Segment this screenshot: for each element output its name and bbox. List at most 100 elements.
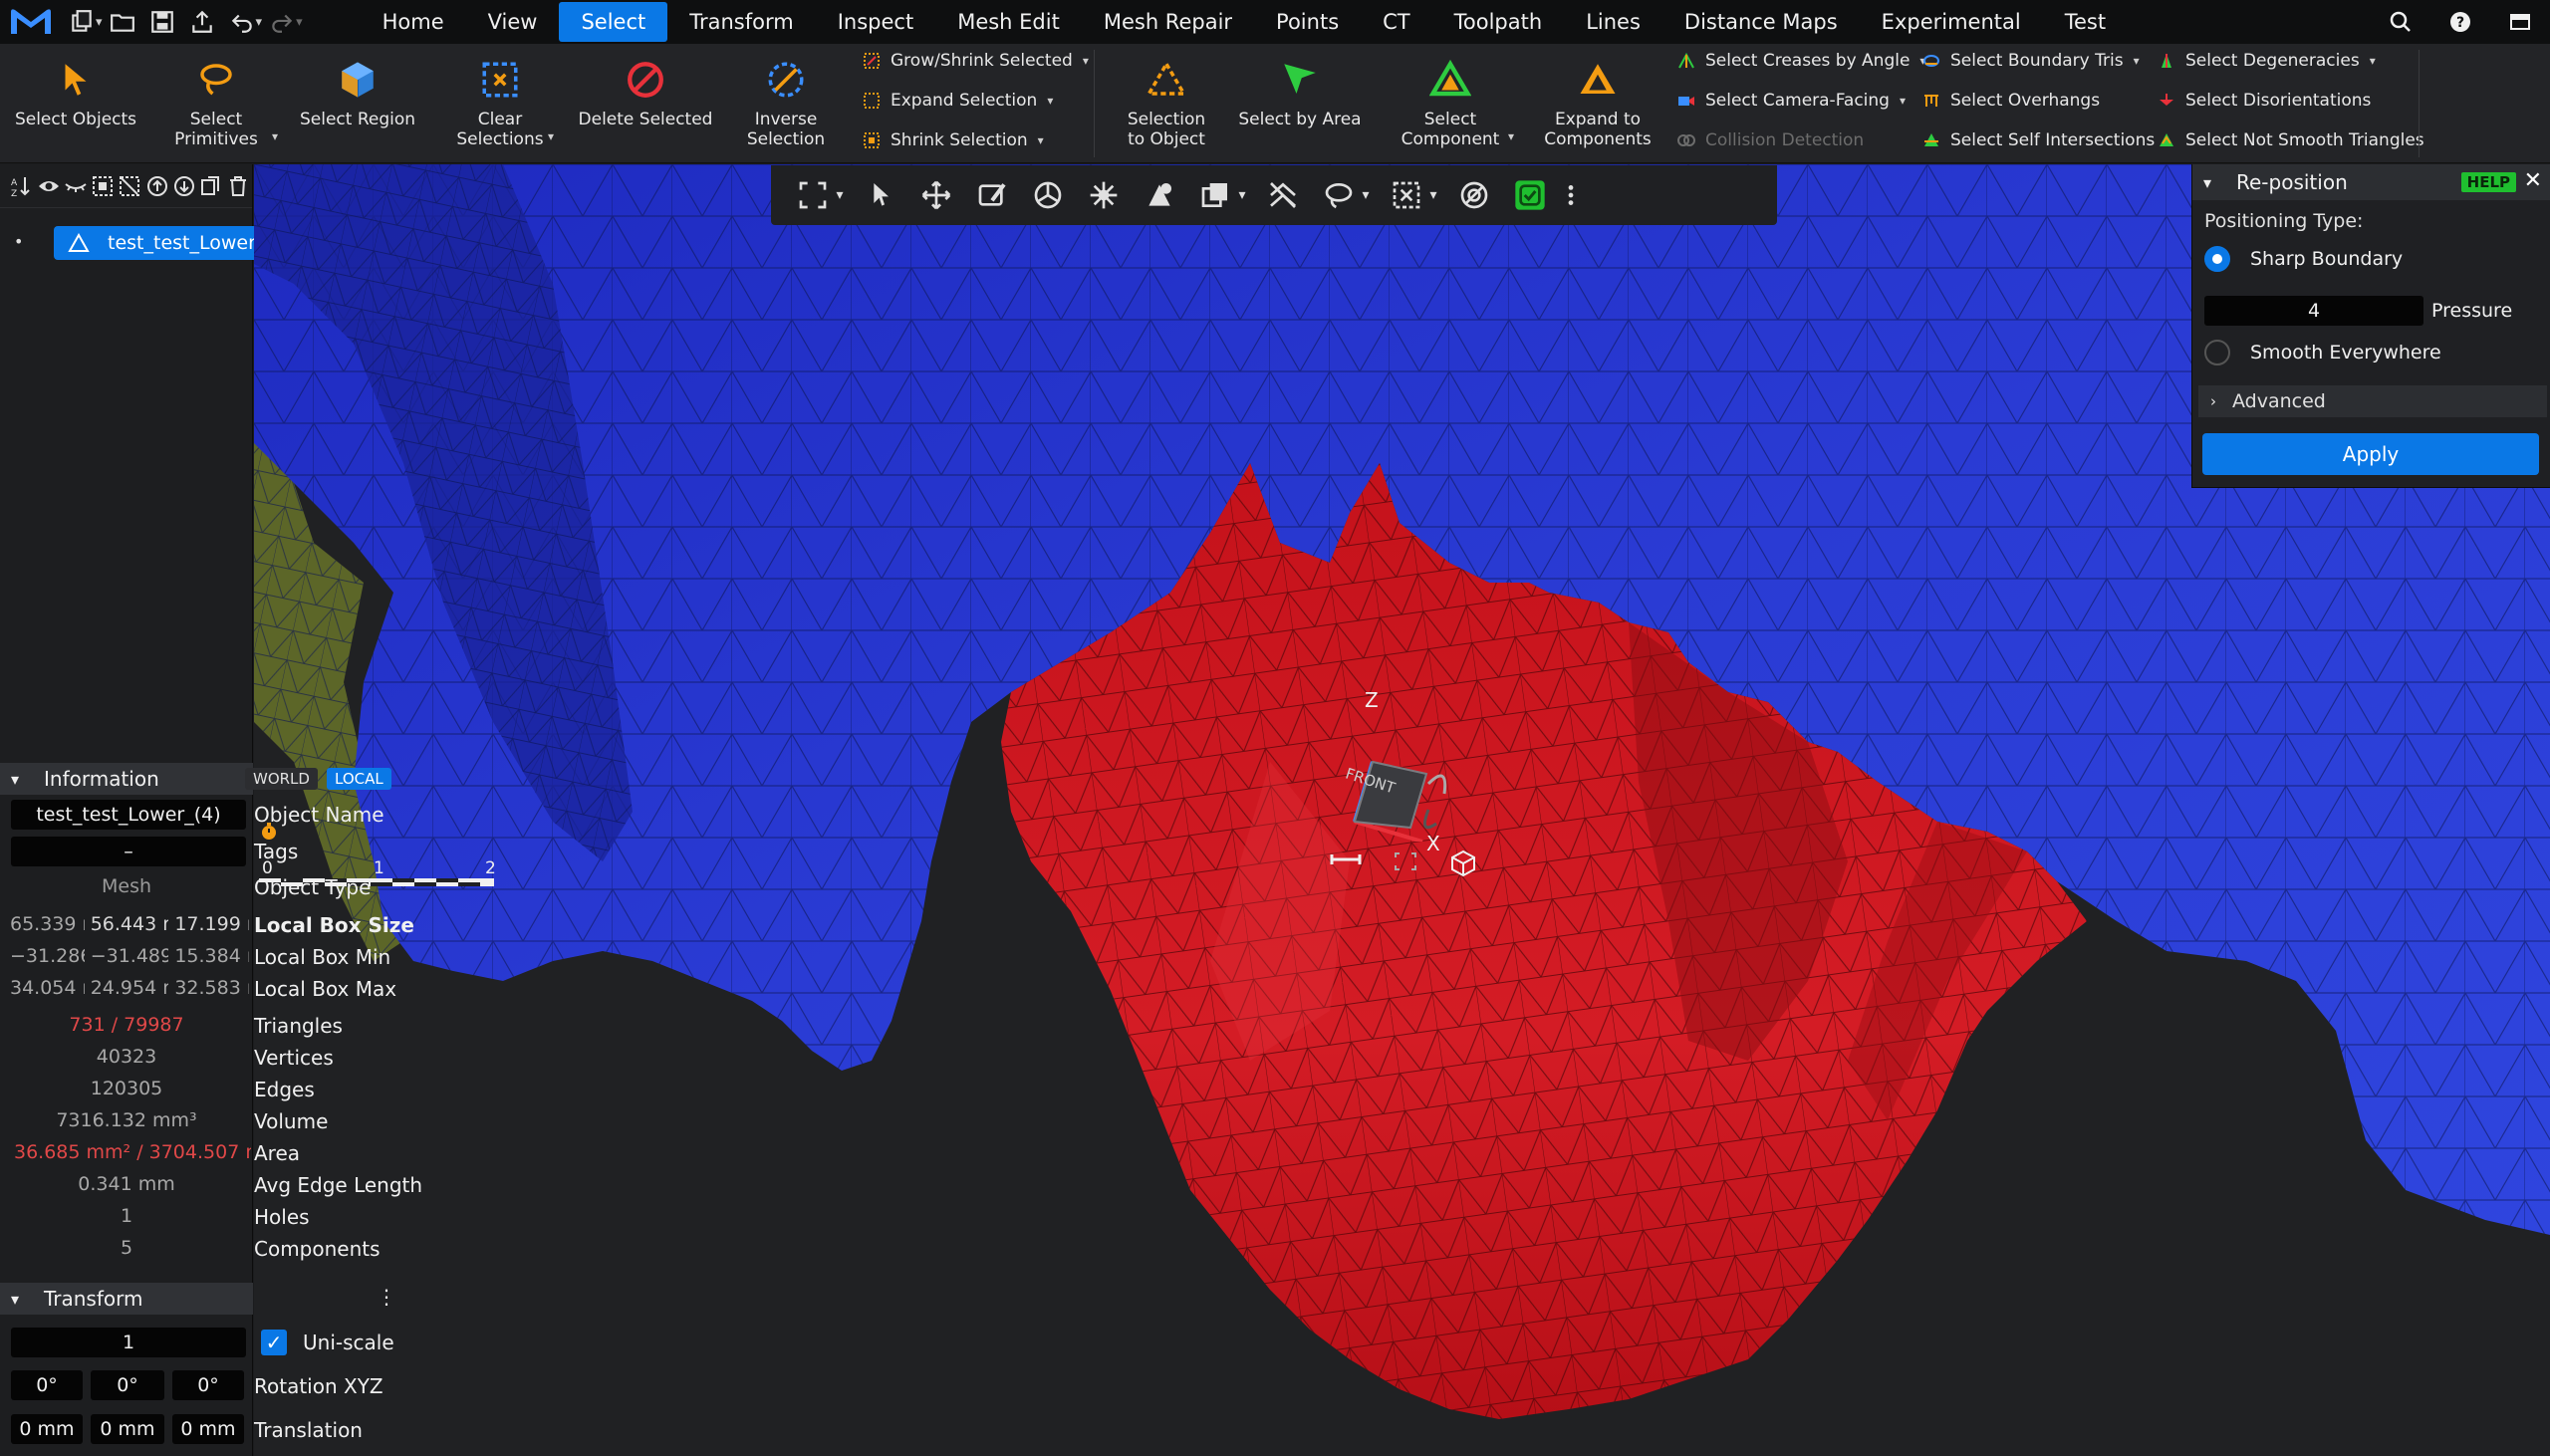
show-icon[interactable] — [35, 166, 62, 206]
menu-mesh-repair[interactable]: Mesh Repair — [1082, 2, 1254, 42]
expand-to-components-button[interactable]: Expand to Components — [1534, 50, 1661, 159]
selection-to-object-button[interactable]: Selection to Object — [1106, 50, 1227, 159]
delete-selected-button[interactable]: Delete Selected — [578, 50, 713, 159]
duplicate-icon[interactable] — [198, 166, 225, 206]
select-disorientations-button[interactable]: Select Disorientations — [2158, 86, 2371, 116]
menu-test[interactable]: Test — [2043, 2, 2128, 42]
advanced-section[interactable]: › Advanced — [2198, 385, 2547, 417]
smooth-everywhere-option[interactable]: Smooth Everywhere — [2204, 340, 2441, 365]
clear-selections-dropdown[interactable]: ▾ — [538, 121, 554, 151]
select-objects-button[interactable]: Select Objects — [6, 50, 145, 159]
tags-input[interactable]: – — [11, 837, 246, 866]
help-icon[interactable]: ? — [2430, 0, 2490, 44]
select-component-dropdown[interactable]: ▾ — [1498, 121, 1514, 151]
object-name-input[interactable]: test_test_Lower_(4) — [11, 800, 246, 830]
chevron-down-icon[interactable]: ▾ — [1229, 170, 1255, 220]
pointer-icon[interactable] — [853, 170, 908, 220]
rotate-gizmo-icon[interactable] — [1020, 170, 1076, 220]
fit-view-icon[interactable] — [1392, 849, 1419, 881]
open-folder-icon[interactable] — [103, 4, 142, 40]
deselect-icon[interactable] — [117, 166, 143, 206]
snap-icon[interactable] — [1132, 170, 1187, 220]
menu-ct[interactable]: CT — [1361, 2, 1432, 42]
select-degeneracies-button[interactable]: Select Degeneracies ▾ — [2158, 46, 2376, 76]
undo-icon[interactable] — [222, 4, 262, 40]
inverse-selection-button[interactable]: Inverse Selection — [725, 50, 847, 159]
rotation-z-input[interactable]: 0° — [172, 1370, 244, 1400]
trash-icon[interactable] — [225, 166, 252, 206]
more-options-icon[interactable] — [1558, 170, 1584, 220]
select-all-icon[interactable] — [90, 166, 117, 206]
menu-view[interactable]: View — [466, 2, 560, 42]
menu-mesh-edit[interactable]: Mesh Edit — [935, 2, 1082, 42]
uniscale-checkbox[interactable]: ✓ — [261, 1330, 287, 1355]
no-selection-icon[interactable] — [1446, 170, 1502, 220]
perspective-cube-icon[interactable] — [1449, 849, 1477, 881]
select-self-intersections-button[interactable]: Select Self Intersections — [1922, 125, 2155, 155]
select-not-smooth-button[interactable]: Select Not Smooth Triangles — [2158, 125, 2424, 155]
rotation-y-input[interactable]: 0° — [91, 1370, 164, 1400]
select-creases-button[interactable]: Select Creases by Angle ▾ — [1677, 46, 1925, 76]
close-icon[interactable]: ✕ — [2524, 168, 2542, 193]
export-icon[interactable] — [182, 4, 222, 40]
search-icon[interactable] — [2371, 0, 2430, 44]
select-camera-facing-button[interactable]: Select Camera-Facing ▾ — [1677, 86, 1906, 116]
translation-x-input[interactable]: 0 mm — [11, 1414, 83, 1444]
sharp-boundary-radio[interactable] — [2204, 246, 2230, 272]
world-toggle[interactable]: WORLD — [245, 768, 318, 790]
select-overhangs-button[interactable]: Select Overhangs — [1922, 86, 2100, 116]
move-arrows-icon[interactable] — [908, 170, 964, 220]
menu-points[interactable]: Points — [1254, 2, 1361, 42]
sharp-boundary-option[interactable]: Sharp Boundary — [2204, 246, 2403, 272]
move-up-icon[interactable] — [143, 166, 170, 206]
scale-input[interactable]: 1 — [11, 1328, 246, 1357]
confirm-check-icon[interactable] — [1502, 170, 1558, 220]
redo-icon[interactable] — [262, 4, 302, 40]
menu-home[interactable]: Home — [361, 2, 466, 42]
select-component-button[interactable]: Select Component — [1387, 50, 1514, 159]
select-boundary-tris-button[interactable]: Select Boundary Tris ▾ — [1922, 46, 2140, 76]
shrink-selection-button[interactable]: Shrink Selection ▾ — [863, 125, 1044, 155]
sort-icon[interactable]: AZ — [8, 166, 35, 206]
select-primitives-dropdown[interactable]: ▾ — [262, 121, 278, 151]
chevron-down-icon[interactable]: ▾ — [1353, 170, 1379, 220]
collision-detection-button[interactable]: Collision Detection — [1677, 125, 1864, 155]
help-badge[interactable]: HELP — [2460, 172, 2516, 192]
paint-selection-icon[interactable] — [964, 170, 1020, 220]
translation-y-input[interactable]: 0 mm — [91, 1414, 164, 1444]
select-by-area-button[interactable]: Select by Area — [1235, 50, 1365, 159]
menu-lines[interactable]: Lines — [1564, 2, 1662, 42]
transform-menu-icon[interactable]: ⋮ — [377, 1285, 396, 1309]
orientation-gizmo[interactable]: FRONT Z X — [1325, 688, 1484, 855]
pressure-input[interactable]: 4 — [2204, 296, 2423, 326]
transform-gizmo-icon[interactable] — [1076, 170, 1132, 220]
grow-shrink-selected-button[interactable]: Grow/Shrink Selected ▾ — [863, 46, 1089, 76]
rotation-x-input[interactable]: 0° — [11, 1370, 83, 1400]
hide-icon[interactable] — [62, 166, 89, 206]
menu-distance-maps[interactable]: Distance Maps — [1662, 2, 1860, 42]
move-down-icon[interactable] — [170, 166, 197, 206]
reposition-header[interactable]: ▾ Re-position HELP ✕ — [2192, 164, 2550, 200]
chevron-down-icon[interactable]: ▾ — [1420, 170, 1446, 220]
smooth-everywhere-radio[interactable] — [2204, 340, 2230, 365]
hide-backfaces-icon[interactable] — [1255, 170, 1311, 220]
menu-toolpath[interactable]: Toolpath — [1432, 2, 1565, 42]
measure-icon[interactable] — [1330, 849, 1362, 881]
chevron-down-icon[interactable]: ▾ — [827, 170, 853, 220]
transform-header[interactable]: ▾ Transform ⋮ — [0, 1283, 396, 1315]
menu-transform[interactable]: Transform — [667, 2, 815, 42]
menu-select[interactable]: Select — [559, 2, 668, 42]
save-icon[interactable] — [142, 4, 182, 40]
chevron-down-icon[interactable]: ▾ — [2192, 173, 2222, 192]
minimize-panel-icon[interactable] — [2490, 0, 2550, 44]
menu-experimental[interactable]: Experimental — [1860, 2, 2043, 42]
select-region-button[interactable]: Select Region — [293, 50, 422, 159]
apply-button[interactable]: Apply — [2202, 433, 2539, 475]
app-logo-icon[interactable] — [0, 0, 62, 44]
local-toggle[interactable]: LOCAL — [327, 768, 391, 790]
menu-inspect[interactable]: Inspect — [816, 2, 935, 42]
expand-selection-button[interactable]: Expand Selection ▾ — [863, 86, 1053, 116]
translation-z-input[interactable]: 0 mm — [172, 1414, 244, 1444]
new-scene-icon[interactable] — [62, 4, 102, 40]
information-header[interactable]: ▾ Information WORLD LOCAL — [0, 763, 391, 795]
